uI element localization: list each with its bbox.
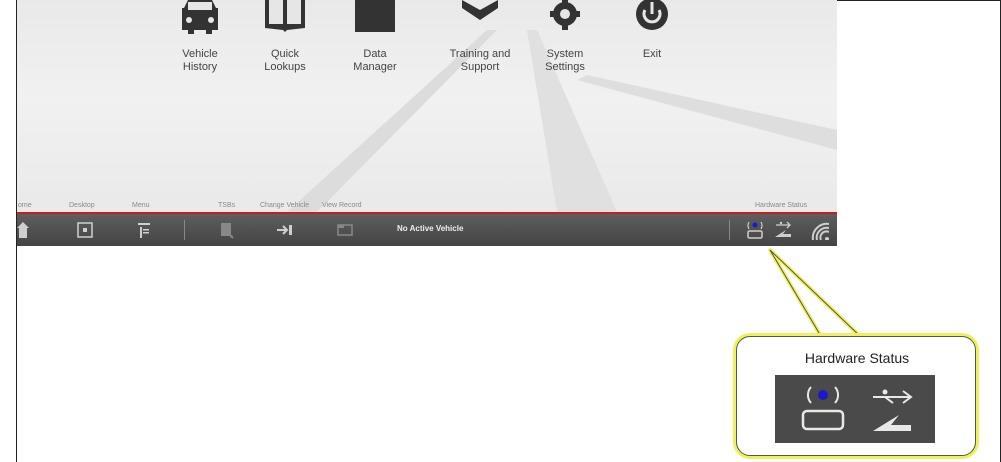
- vci-icon: [801, 386, 845, 431]
- usb-icon: [873, 389, 913, 431]
- hardware-status-icons: [801, 386, 913, 431]
- hardware-status-callout: Hardware Status: [736, 336, 976, 456]
- hardware-status-panel: [775, 375, 935, 443]
- callout-title: Hardware Status: [804, 350, 910, 366]
